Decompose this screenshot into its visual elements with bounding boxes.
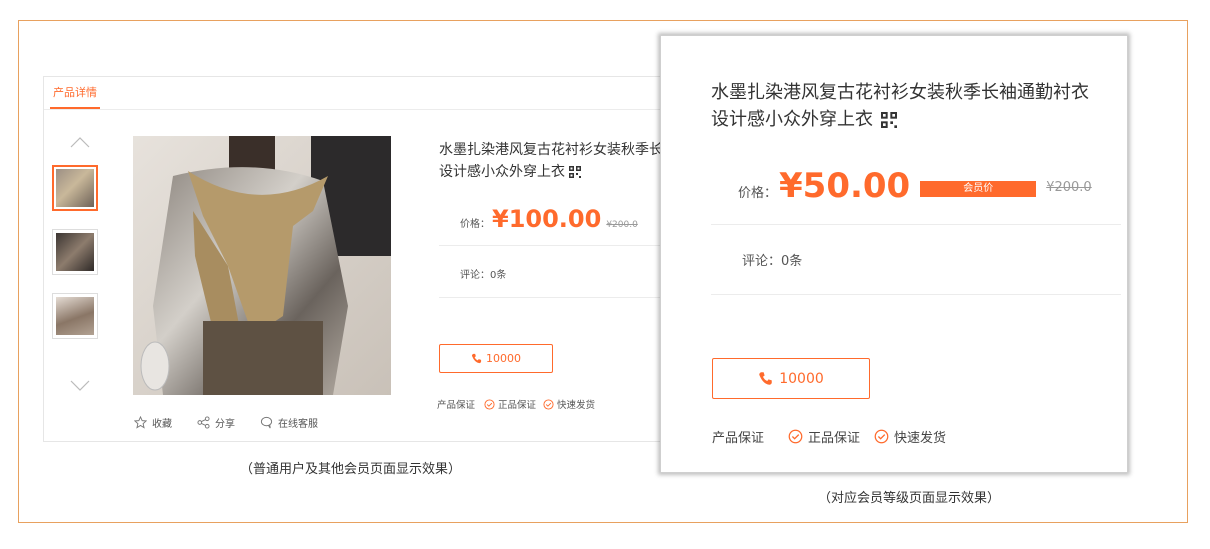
guarantee-row: 产品保证 正品保证 快速发货 [437,397,595,411]
caption-member-level: （对应会员等级页面显示效果） [818,491,1001,506]
original-price: ¥200.0 [1046,180,1092,195]
phone-button[interactable]: 10000 [439,344,553,373]
product-title-line1: 水墨扎染港风复古花衬衫女装秋季长 [439,142,663,158]
chat-icon [260,416,273,429]
check-circle-icon [788,429,803,444]
tab-bar: 产品详情 [44,77,702,110]
check-circle-icon [484,398,495,410]
price-label: 价格： [460,219,490,230]
thumbnail-3[interactable] [52,293,98,339]
customer-service-action[interactable]: 在线客服 [260,415,318,430]
star-icon [134,416,147,429]
divider [711,294,1121,295]
favorite-action[interactable]: 收藏 [134,415,172,430]
guarantee-label: 产品保证 [712,431,765,446]
guarantee-item: 快速发货 [874,427,946,446]
chevron-down-icon[interactable] [69,379,90,397]
original-price: ¥200.0 [606,220,638,230]
guarantee-item: 正品保证 [788,427,860,446]
customer-service-label: 在线客服 [278,419,318,430]
caption-normal-user: （普通用户及其他会员页面显示效果） [240,462,462,477]
guarantee-item: 快速发货 [543,397,595,411]
member-price: ¥50.00 [779,166,911,206]
guarantee-row: 产品保证 正品保证 快速发货 [712,427,946,446]
phone-icon [759,372,772,385]
phone-number: 10000 [779,370,824,387]
product-title-line2: 设计感小众外穿上衣 [439,164,565,180]
share-action[interactable]: 分享 [197,415,235,430]
thumbnail-gallery [50,135,102,395]
guarantee-item: 正品保证 [484,397,536,411]
divider [439,245,671,246]
product-detail-card: 产品详情 收藏 分享 在线客服 水墨扎染港风复古花衬衫女装秋季长 设计感小众外穿… [43,76,703,442]
member-title-line2: 设计感小众外穿上衣 [711,109,873,130]
thumbnail-list [50,165,102,351]
main-product-image[interactable] [133,136,391,395]
qr-code-icon[interactable] [881,111,897,128]
check-circle-icon [543,398,554,410]
comment-count[interactable]: 评论：0条 [460,266,506,281]
qr-code-icon[interactable] [569,166,581,178]
phone-button[interactable]: 10000 [712,358,870,399]
comment-count[interactable]: 评论：0条 [742,250,802,269]
divider [711,224,1121,225]
member-price-badge: 会员价 [920,181,1037,197]
member-price-row: 价格： ¥50.00 会员价 ¥200.0 [738,166,1092,206]
share-icon [197,416,210,429]
thumbnail-2[interactable] [52,229,98,275]
member-title-line1: 水墨扎染港风复古花衬衫女装秋季长袖通勤衬衣 [711,82,1089,103]
share-label: 分享 [215,419,235,430]
check-circle-icon [874,429,889,444]
tab-product-details[interactable]: 产品详情 [50,77,100,109]
price-label: 价格： [738,186,778,201]
phone-number: 10000 [486,352,521,365]
member-view-zoom: 水墨扎染港风复古花衬衫女装秋季长袖通勤衬衣 设计感小众外穿上衣 价格： ¥50.… [660,35,1128,473]
member-product-title: 水墨扎染港风复古花衬衫女装秋季长袖通勤衬衣 设计感小众外穿上衣 [711,79,1121,133]
phone-icon [471,353,482,364]
favorite-label: 收藏 [152,419,172,430]
product-title: 水墨扎染港风复古花衬衫女装秋季长 设计感小众外穿上衣 [439,139,671,183]
chevron-up-icon[interactable] [69,135,90,153]
price-row: 价格： ¥100.00 ¥200.0 [460,205,638,233]
thumbnail-1[interactable] [52,165,98,211]
current-price: ¥100.00 [492,205,602,233]
divider [439,297,671,298]
guarantee-label: 产品保证 [437,400,476,411]
